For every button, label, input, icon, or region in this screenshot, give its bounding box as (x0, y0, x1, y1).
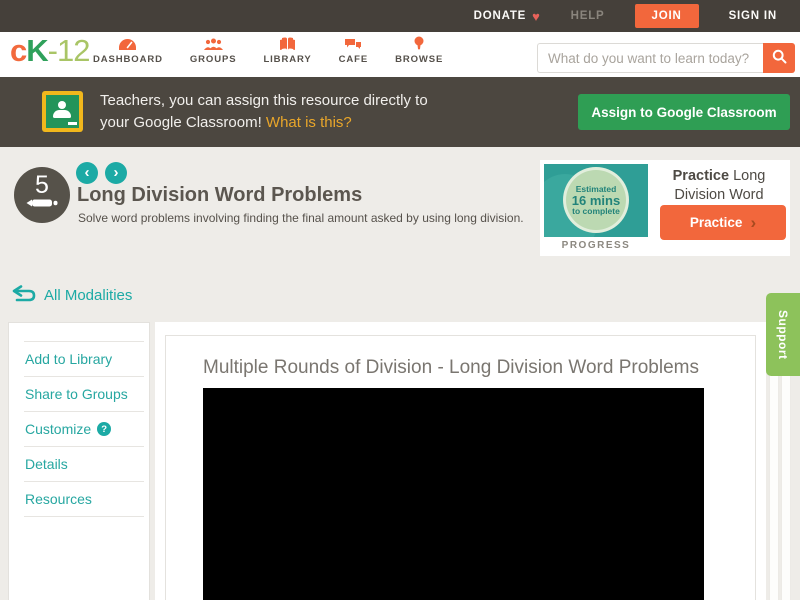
search-icon (772, 49, 787, 67)
next-concept-button[interactable]: › (105, 162, 127, 184)
estimated-line2: 16 mins (572, 195, 620, 206)
topbar: DONATE ♥ HELP JOIN SIGN IN (0, 0, 800, 32)
nav-items: DASHBOARD GROUPS LIBRARY CAFE (93, 36, 443, 65)
groups-icon (203, 36, 224, 51)
ck12-logo[interactable]: cK-12 (10, 33, 89, 69)
assign-to-google-classroom-button[interactable]: Assign to Google Classroom (578, 94, 790, 130)
signin-link[interactable]: SIGN IN (729, 10, 777, 22)
nav-item-library[interactable]: LIBRARY (263, 36, 311, 65)
search-button[interactable] (763, 43, 795, 73)
logo-letter-k: K (26, 33, 47, 68)
join-button[interactable]: JOIN (635, 4, 699, 28)
banner-line2: your Google Classroom! (100, 114, 262, 131)
lesson-card: Multiple Rounds of Division - Long Divis… (155, 322, 766, 600)
actions-sidebar: Add to Library Share to Groups Customize… (8, 322, 150, 600)
banner-line1: Teachers, you can assign this resource d… (100, 92, 428, 109)
nav-item-label: GROUPS (190, 54, 237, 65)
nav-item-cafe[interactable]: CAFE (339, 36, 368, 65)
page-subtitle: Solve word problems involving finding th… (78, 211, 524, 225)
lesson-panel: Multiple Rounds of Division - Long Divis… (165, 335, 756, 600)
nav-item-dashboard[interactable]: DASHBOARD (93, 36, 163, 65)
heart-icon: ♥ (532, 9, 541, 24)
lesson-heading: Multiple Rounds of Division - Long Divis… (203, 357, 755, 379)
nav-item-label: DASHBOARD (93, 54, 163, 65)
sidebar-item-details[interactable]: Details (9, 447, 149, 481)
what-is-this-link[interactable]: What is this? (266, 114, 352, 131)
all-modalities-link[interactable]: All Modalities (12, 285, 132, 306)
sidebar-item-resources[interactable]: Resources (9, 482, 149, 516)
estimated-time-badge: Estimated 16 mins to complete (563, 167, 629, 233)
sidebar-item-share-to-groups[interactable]: Share to Groups (9, 377, 149, 411)
prev-concept-button[interactable]: ‹ (76, 162, 98, 184)
dashboard-icon (118, 36, 137, 51)
sidebar-item-customize[interactable]: Customize ? (9, 412, 149, 446)
progress-label: PROGRESS (540, 240, 652, 251)
concept-pager: ‹ › (76, 162, 127, 184)
library-icon (279, 36, 296, 51)
logo-suffix: -12 (48, 33, 90, 68)
nav-item-label: LIBRARY (263, 54, 311, 65)
help-icon[interactable]: ? (97, 422, 111, 436)
support-tab-label: Support (776, 310, 790, 360)
divider (24, 516, 144, 517)
chevron-left-icon: ‹ (85, 164, 90, 181)
nav-item-label: BROWSE (395, 54, 443, 65)
nav-item-browse[interactable]: BROWSE (395, 36, 443, 65)
practice-card: Estimated 16 mins to complete PROGRESS P… (540, 160, 790, 256)
estimated-line3: to complete (572, 206, 620, 217)
video-player[interactable] (203, 388, 704, 600)
google-classroom-banner: Teachers, you can assign this resource d… (0, 77, 800, 147)
page-title: Long Division Word Problems (77, 184, 362, 207)
banner-message: Teachers, you can assign this resource d… (100, 90, 428, 134)
nav-item-groups[interactable]: GROUPS (190, 36, 237, 65)
return-arrow-icon (12, 285, 36, 306)
ck12-page: DONATE ♥ HELP JOIN SIGN IN cK-12 DASHBOA… (0, 0, 800, 600)
pencil-icon (25, 196, 59, 214)
chevron-right-icon: › (114, 164, 119, 181)
concept-badge: 5 (14, 167, 70, 223)
practice-button[interactable]: Practice› (660, 205, 786, 240)
progress-image: Estimated 16 mins to complete (544, 164, 648, 237)
donate-link[interactable]: DONATE ♥ (474, 9, 541, 24)
help-link[interactable]: HELP (571, 10, 605, 22)
browse-icon (413, 36, 425, 51)
main-navbar: cK-12 DASHBOARD GROUPS LIBRARY (0, 32, 800, 77)
search-bar (537, 43, 795, 73)
arrow-right-icon: › (750, 213, 756, 232)
cafe-icon (344, 36, 362, 51)
practice-title-bold: Practice (673, 168, 729, 184)
sidebar-item-add-to-library[interactable]: Add to Library (9, 342, 149, 376)
google-classroom-icon (42, 91, 83, 132)
nav-item-label: CAFE (339, 54, 368, 65)
logo-letter-c: c (10, 33, 26, 68)
search-input[interactable] (537, 43, 763, 73)
support-tab[interactable]: Support (766, 293, 800, 376)
all-modalities-label: All Modalities (44, 287, 132, 304)
donate-label: DONATE (474, 10, 527, 22)
